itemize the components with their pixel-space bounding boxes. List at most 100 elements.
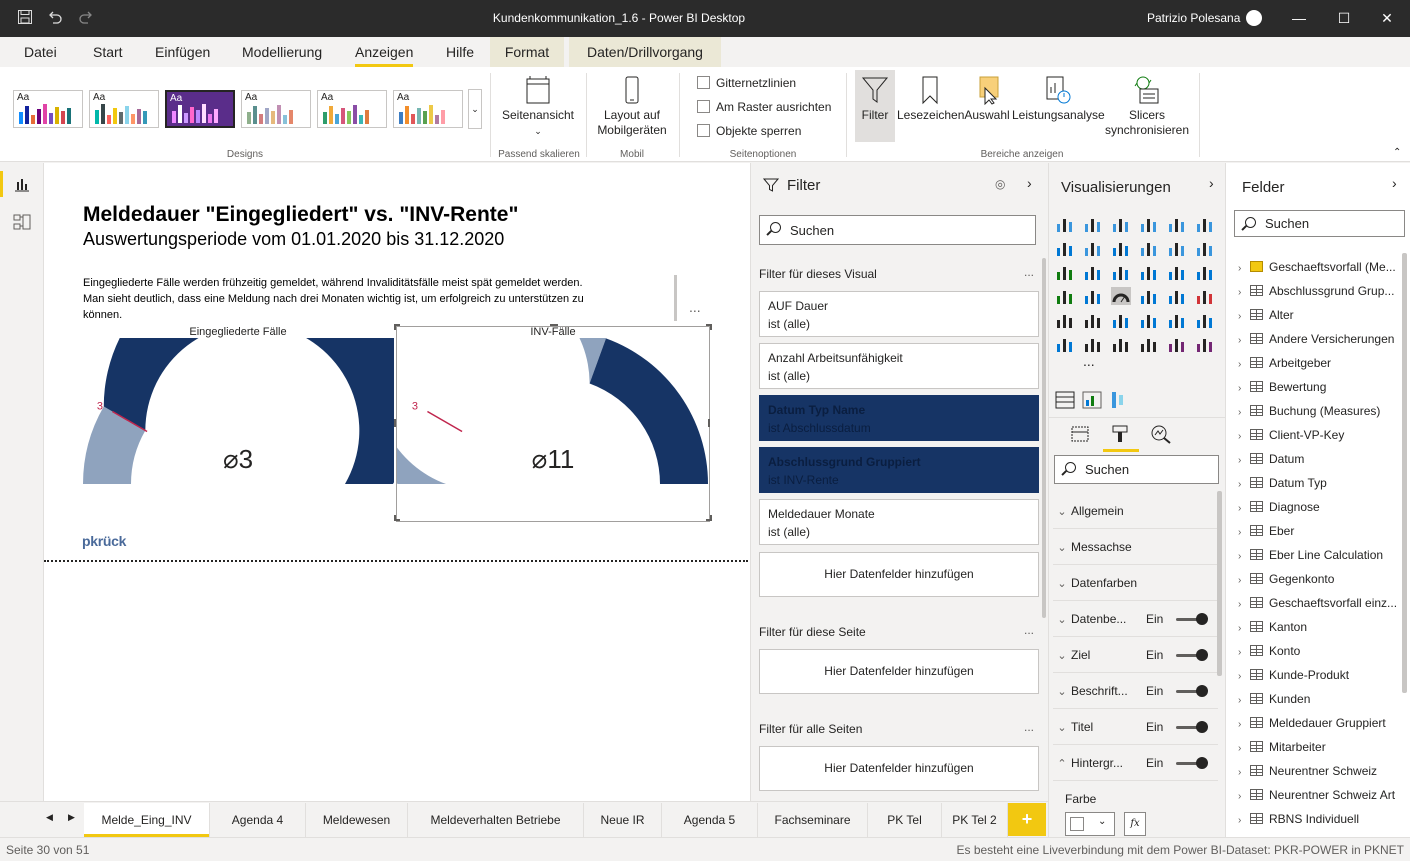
multi-row-card-icon[interactable] [1167, 287, 1187, 305]
expand-icon[interactable]: › [1238, 713, 1248, 735]
field-table[interactable]: › Konto [1238, 639, 1396, 663]
toggle-switch[interactable] [1176, 757, 1208, 769]
color-picker[interactable]: ⌄ [1065, 812, 1115, 836]
scrollbar[interactable] [1217, 491, 1222, 676]
theme-2[interactable]: Aa [89, 90, 159, 128]
card-icon[interactable] [1139, 287, 1159, 305]
format-search-input[interactable] [1085, 456, 1205, 483]
donut-icon[interactable] [1167, 263, 1187, 281]
kpi-icon[interactable] [1195, 287, 1215, 305]
format-section[interactable]: ⌄ Messachse [1053, 530, 1218, 565]
expand-icon[interactable]: › [1238, 521, 1248, 543]
filter-card-datum-typ[interactable]: Datum Typ Name ist Abschlussdatum [759, 395, 1039, 441]
qa-icon[interactable] [1083, 335, 1103, 353]
treemap-icon[interactable] [1195, 263, 1215, 281]
checkbox-box[interactable] [697, 76, 710, 89]
checkbox-box[interactable] [697, 124, 710, 137]
report-view-icon[interactable] [14, 176, 30, 192]
snap-to-grid-checkbox[interactable]: Am Raster ausrichten [697, 100, 831, 114]
gauge-chart-inv[interactable]: 3⌀11018Monate [397, 338, 709, 503]
gridlines-checkbox[interactable]: Gitternetzlinien [697, 76, 796, 90]
field-table[interactable]: › Eber Line Calculation [1238, 543, 1396, 567]
format-section[interactable]: ⌄ Datenbe... Ein [1053, 602, 1218, 637]
filter-search-input[interactable] [790, 216, 940, 244]
fields-search[interactable] [1234, 210, 1405, 237]
close-icon[interactable]: ✕ [1372, 7, 1402, 29]
lock-objects-checkbox[interactable]: Objekte sperren [697, 124, 801, 138]
fields-tab-icon[interactable] [1070, 424, 1090, 444]
power-automate-icon[interactable] [1195, 335, 1215, 353]
format-section[interactable]: ⌄ Ziel Ein [1053, 638, 1218, 673]
tab-format[interactable]: Format [490, 37, 564, 67]
key-influencers-icon[interactable] [1195, 311, 1215, 329]
tab-start[interactable]: Start [93, 44, 123, 60]
theme-6[interactable]: Aa [393, 90, 463, 128]
more-visuals-icon[interactable]: ... [1083, 353, 1095, 369]
clustered-column-icon[interactable] [1139, 215, 1159, 233]
field-table[interactable]: › Kunde-Produkt [1238, 663, 1396, 687]
collapse-ribbon-icon[interactable]: ⌃ [1393, 145, 1401, 160]
format-tab-icon[interactable] [1110, 424, 1130, 444]
tab-datei[interactable]: Datei [24, 44, 57, 60]
matrix-icon[interactable] [1111, 311, 1131, 329]
user-name[interactable]: Patrizio Polesana [1147, 11, 1240, 25]
page-tab-fachseminare[interactable]: Fachseminare [758, 803, 868, 837]
tab-einfuegen[interactable]: Einfügen [155, 44, 210, 60]
100-bar-icon[interactable] [1167, 215, 1187, 233]
format-section[interactable]: ⌄ Titel Ein [1053, 710, 1218, 745]
expand-icon[interactable]: › [1238, 329, 1248, 351]
page-tab-neue-ir[interactable]: Neue IR [584, 803, 662, 837]
ribbon-icon[interactable] [1195, 239, 1215, 257]
expand-icon[interactable]: › [1238, 569, 1248, 591]
map-icon[interactable] [1055, 287, 1075, 305]
resize-handle[interactable] [394, 419, 396, 427]
format-section[interactable]: ⌄ Beschrift... Ein [1053, 674, 1218, 709]
tab-hilfe[interactable]: Hilfe [446, 44, 474, 60]
stacked-bar-icon[interactable] [1055, 215, 1075, 233]
table-icon[interactable] [1083, 311, 1103, 329]
field-table[interactable]: › Geschaeftsvorfall (Me... [1238, 255, 1396, 279]
mobile-layout-button[interactable]: Layout auf Mobilgeräten [591, 75, 673, 138]
toggle-switch[interactable] [1176, 685, 1208, 697]
line-clustered-icon[interactable] [1167, 239, 1187, 257]
funnel-icon[interactable] [1083, 263, 1103, 281]
theme-5[interactable]: Aa [317, 90, 387, 128]
expand-icon[interactable]: › [1238, 545, 1248, 567]
field-table[interactable]: › Andere Versicherungen [1238, 327, 1396, 351]
filter-card-meldedauer[interactable]: Meldedauer Monate ist (alle) [759, 499, 1039, 545]
format-section[interactable]: ⌃ Hintergr... Ein [1053, 746, 1218, 781]
slicer-icon[interactable] [1055, 311, 1075, 329]
r-visual-icon[interactable] [1139, 311, 1159, 329]
add-fields-page[interactable]: Hier Datenfelder hinzufügen [759, 649, 1039, 694]
expand-icon[interactable]: › [1238, 761, 1248, 783]
field-table[interactable]: › Abschlussgrund Grup... [1238, 279, 1396, 303]
report-canvas[interactable]: Meldedauer "Eingegliedert" vs. "INV-Rent… [44, 163, 750, 801]
filter-card-abschlussgrund[interactable]: Abschlussgrund Gruppiert ist INV-Rente [759, 447, 1039, 493]
filter-card-auf-dauer[interactable]: AUF Dauer ist (alle) [759, 291, 1039, 337]
expand-icon[interactable]: › [1238, 737, 1248, 759]
table-visual-icon[interactable] [1055, 391, 1075, 409]
maximize-icon[interactable]: ☐ [1329, 7, 1359, 29]
expand-icon[interactable]: › [1238, 353, 1248, 375]
scrollbar[interactable] [1042, 258, 1046, 618]
field-table[interactable]: › Geschaeftsvorfall einz... [1238, 591, 1396, 615]
line-column-icon[interactable] [1139, 239, 1159, 257]
sync-slicers-button[interactable]: Slicers synchronisieren [1102, 75, 1192, 138]
field-table[interactable]: › Client-VP-Key [1238, 423, 1396, 447]
format-search[interactable] [1054, 455, 1219, 484]
field-table[interactable]: › Gegenkonto [1238, 567, 1396, 591]
add-page-button[interactable]: + [1008, 803, 1046, 836]
expand-icon[interactable]: › [1238, 593, 1248, 615]
conditional-format-button[interactable]: fx [1124, 812, 1146, 836]
expand-icon[interactable]: › [1238, 809, 1248, 831]
fields-search-input[interactable] [1265, 211, 1395, 236]
toggle-switch[interactable] [1176, 613, 1208, 625]
theme-4[interactable]: Aa [241, 90, 311, 128]
theme-1[interactable]: Aa [13, 90, 83, 128]
analytics-tab-icon[interactable] [1150, 424, 1172, 444]
page-tab-pk-tel[interactable]: PK Tel [868, 803, 942, 837]
field-table[interactable]: › Kunden [1238, 687, 1396, 711]
expand-icon[interactable]: › [1238, 473, 1248, 495]
scrollbar[interactable] [674, 275, 677, 321]
expand-icon[interactable]: › [1238, 689, 1248, 711]
